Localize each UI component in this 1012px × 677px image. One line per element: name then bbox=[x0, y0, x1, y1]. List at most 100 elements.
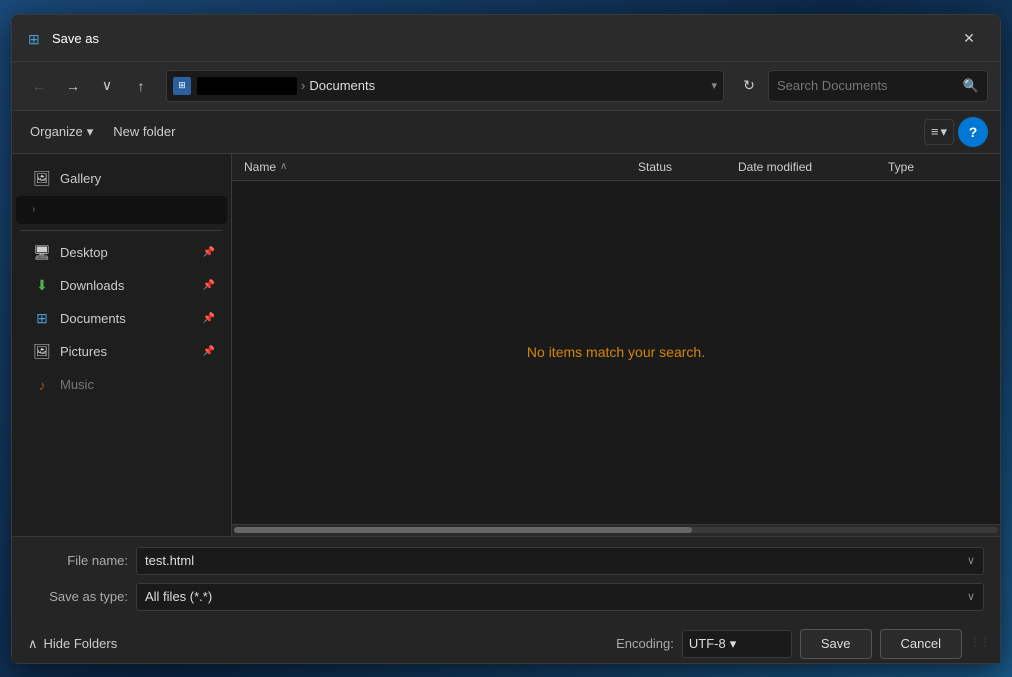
new-folder-button[interactable]: New folder bbox=[107, 120, 181, 143]
breadcrumb-path-redacted bbox=[197, 77, 297, 95]
sort-arrow-icon: ∧ bbox=[280, 161, 287, 172]
column-status[interactable]: Status bbox=[638, 160, 738, 174]
encoding-select[interactable]: UTF-8 ▾ bbox=[682, 630, 792, 658]
column-headers: Name ∧ Status Date modified Type bbox=[232, 154, 1000, 181]
resize-grip-icon: ⋮⋮ bbox=[970, 637, 984, 651]
search-input[interactable] bbox=[777, 78, 963, 93]
help-icon: ? bbox=[969, 124, 978, 140]
sidebar-item-redacted[interactable]: › bbox=[16, 196, 227, 224]
column-date-modified[interactable]: Date modified bbox=[738, 160, 888, 174]
organize-button[interactable]: Organize ▾ bbox=[24, 120, 99, 144]
savetype-value: All files (*.*) bbox=[145, 589, 967, 604]
desktop-icon bbox=[32, 243, 52, 263]
help-button[interactable]: ? bbox=[958, 117, 988, 147]
sidebar-item-downloads[interactable]: Downloads 📌 bbox=[16, 270, 227, 302]
column-type[interactable]: Type bbox=[888, 160, 988, 174]
organize-label: Organize bbox=[30, 124, 83, 139]
horizontal-scrollbar[interactable] bbox=[232, 524, 1000, 536]
breadcrumb-dropdown-arrow[interactable]: ▾ bbox=[711, 79, 717, 92]
column-type-label: Type bbox=[888, 160, 914, 174]
filename-dropdown-icon[interactable]: ∨ bbox=[967, 554, 975, 567]
sidebar-item-label: Pictures bbox=[60, 344, 107, 359]
pin-icon: 📌 bbox=[203, 247, 215, 258]
close-button[interactable]: ✕ bbox=[954, 27, 984, 51]
pin-icon: 📌 bbox=[203, 346, 215, 357]
sidebar-item-music-partial[interactable]: Music bbox=[16, 369, 227, 401]
column-status-label: Status bbox=[638, 160, 672, 174]
footer-actions: Encoding: UTF-8 ▾ Save Cancel ⋮⋮ bbox=[616, 629, 984, 659]
view-options-button[interactable]: ≡ ▾ bbox=[924, 119, 954, 145]
savetype-row: Save as type: All files (*.*) ∨ bbox=[28, 583, 984, 611]
refresh-button[interactable]: ↻ bbox=[734, 71, 764, 101]
sidebar-divider bbox=[20, 230, 223, 231]
back-icon: ← bbox=[32, 78, 46, 94]
save-button[interactable]: Save bbox=[800, 629, 872, 659]
music-icon bbox=[32, 375, 52, 395]
sidebar-item-label: Documents bbox=[60, 311, 126, 326]
breadcrumb-drive-icon: ⊞ bbox=[173, 77, 191, 95]
up-button[interactable]: ↑ bbox=[126, 71, 156, 101]
sidebar-item-label: Downloads bbox=[60, 278, 124, 293]
action-bar-left: Organize ▾ New folder bbox=[24, 120, 181, 144]
sidebar-item-pictures[interactable]: Pictures 📌 bbox=[16, 336, 227, 368]
downloads-icon bbox=[32, 276, 52, 296]
sidebar-item-desktop[interactable]: Desktop 📌 bbox=[16, 237, 227, 269]
column-name[interactable]: Name ∧ bbox=[244, 160, 638, 174]
new-folder-label: New folder bbox=[113, 124, 175, 139]
breadcrumb-current-folder: Documents bbox=[309, 78, 375, 93]
search-box[interactable]: 🔍 bbox=[768, 70, 988, 102]
scrollbar-thumb[interactable] bbox=[234, 527, 692, 533]
refresh-icon: ↻ bbox=[743, 77, 755, 94]
documents-icon bbox=[32, 309, 52, 329]
hide-folders-label: Hide Folders bbox=[44, 636, 118, 651]
breadcrumb-bar[interactable]: ⊞ › Documents ▾ bbox=[166, 70, 724, 102]
history-dropdown-button[interactable]: ∨ bbox=[92, 71, 122, 101]
breadcrumb-separator: › bbox=[301, 78, 305, 93]
hide-folders-arrow-icon: ∧ bbox=[28, 636, 38, 652]
dialog-title: Save as bbox=[52, 31, 99, 46]
up-icon: ↑ bbox=[138, 78, 145, 94]
search-icon: 🔍 bbox=[963, 78, 979, 94]
forward-icon: → bbox=[66, 78, 80, 94]
sidebar: Gallery › Desktop 📌 Downloads 📌 Document… bbox=[12, 154, 232, 536]
footer-bottom: ∧ Hide Folders Encoding: UTF-8 ▾ Save Ca… bbox=[12, 621, 1000, 663]
footer-form: File name: test.html ∨ Save as type: All… bbox=[12, 536, 1000, 621]
pin-icon: 📌 bbox=[203, 280, 215, 291]
scrollbar-track[interactable] bbox=[234, 527, 998, 533]
forward-button[interactable]: → bbox=[58, 71, 88, 101]
pin-icon: 📌 bbox=[203, 313, 215, 324]
encoding-value: UTF-8 bbox=[689, 636, 726, 651]
action-bar: Organize ▾ New folder ≡ ▾ ? bbox=[12, 111, 1000, 154]
sidebar-item-label: Gallery bbox=[60, 171, 101, 186]
encoding-dropdown-icon: ▾ bbox=[730, 636, 737, 652]
sidebar-item-gallery[interactable]: Gallery bbox=[16, 163, 227, 195]
view-dropdown-icon: ▾ bbox=[940, 124, 947, 140]
hide-folders-button[interactable]: ∧ Hide Folders bbox=[28, 636, 117, 652]
file-content-empty: No items match your search. bbox=[232, 181, 1000, 524]
save-as-dialog: Save as ✕ ← → ∨ ↑ ⊞ › Documents ▾ ↻ bbox=[11, 14, 1001, 664]
expand-icon: › bbox=[32, 204, 35, 215]
back-button[interactable]: ← bbox=[24, 71, 54, 101]
filename-value: test.html bbox=[145, 553, 967, 568]
action-bar-right: ≡ ▾ ? bbox=[924, 117, 988, 147]
nav-toolbar: ← → ∨ ↑ ⊞ › Documents ▾ ↻ 🔍 bbox=[12, 62, 1000, 111]
savetype-dropdown-icon[interactable]: ∨ bbox=[967, 590, 975, 603]
dialog-icon bbox=[28, 31, 44, 47]
empty-message: No items match your search. bbox=[527, 344, 705, 360]
sidebar-item-documents[interactable]: Documents 📌 bbox=[16, 303, 227, 335]
file-pane: Name ∧ Status Date modified Type No item… bbox=[232, 154, 1000, 536]
content-area: Gallery › Desktop 📌 Downloads 📌 Document… bbox=[12, 154, 1000, 536]
filename-input[interactable]: test.html ∨ bbox=[136, 547, 984, 575]
encoding-label: Encoding: bbox=[616, 636, 674, 651]
sidebar-item-label: Music bbox=[60, 377, 94, 392]
cancel-button[interactable]: Cancel bbox=[880, 629, 962, 659]
chevron-down-icon: ∨ bbox=[102, 77, 112, 94]
pictures-icon bbox=[32, 342, 52, 362]
organize-arrow-icon: ▾ bbox=[87, 124, 94, 140]
column-name-label: Name bbox=[244, 160, 276, 174]
title-bar-left: Save as bbox=[28, 31, 99, 47]
savetype-label: Save as type: bbox=[28, 589, 128, 604]
savetype-input[interactable]: All files (*.*) ∨ bbox=[136, 583, 984, 611]
column-date-label: Date modified bbox=[738, 160, 812, 174]
filename-row: File name: test.html ∨ bbox=[28, 547, 984, 575]
